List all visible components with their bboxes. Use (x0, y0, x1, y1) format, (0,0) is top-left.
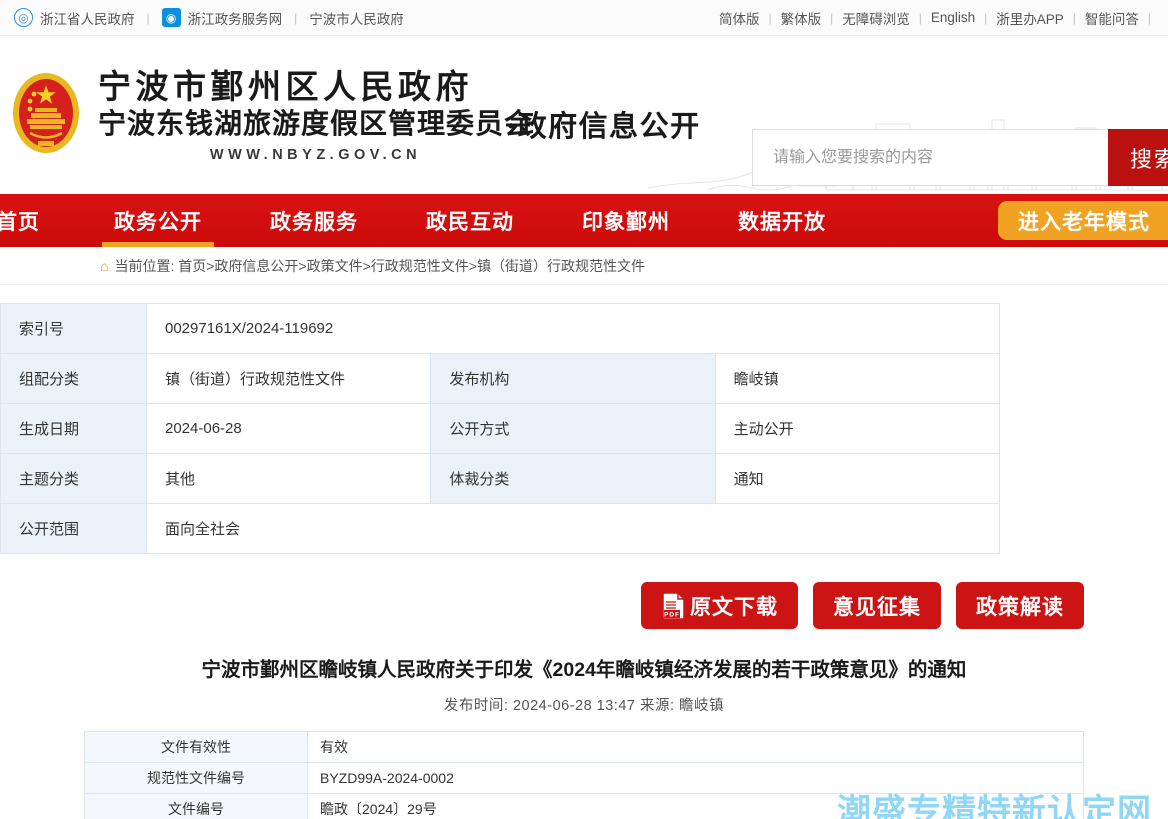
top-link-smart-qa[interactable]: 智能问答 (1085, 8, 1139, 28)
meta-value-normative-doc-number: BYZD99A-2024-0002 (307, 762, 1084, 795)
gov-website-url: WWW.NBYZ.GOV.CN (209, 147, 422, 164)
info-label-disclosure-scope: 公开范围 (0, 503, 147, 554)
nav-item-government-affairs[interactable]: 政务公开 (80, 194, 236, 247)
top-separator: | (768, 10, 772, 25)
top-link-english[interactable]: English (931, 10, 975, 25)
info-value-category: 镇（街道）行政规范性文件 (145, 353, 432, 404)
top-separator: | (294, 10, 298, 25)
info-value-index-number: 00297161X/2024-119692 (146, 303, 1000, 354)
main-content: 索引号 00297161X/2024-119692 组配分类 镇（街道）行政规范… (0, 285, 1168, 819)
nav-item-government-services[interactable]: 政务服务 (236, 194, 392, 247)
top-link-simplified[interactable]: 简体版 (719, 8, 760, 28)
table-row: 组配分类 镇（街道）行政规范性文件 发布机构 瞻岐镇 (0, 353, 1001, 404)
site-search: 搜索 (752, 129, 1168, 186)
top-link-ningbo-gov[interactable]: 宁波市人民政府 (309, 8, 404, 28)
nav-item-impression-yinzhou[interactable]: 印象鄞州 (548, 194, 704, 247)
document-publish-info: 发布时间: 2024-06-28 13:47 来源: 瞻岐镇 (443, 698, 725, 715)
main-navigation: 首页 政务公开 政务服务 政民互动 印象鄞州 数据开放 进入老年模式 (0, 194, 1168, 247)
info-value-issuing-agency: 瞻岐镇 (714, 353, 1001, 404)
pdf-icon: PDF (661, 591, 686, 620)
info-value-topic-category: 其他 (145, 453, 432, 504)
top-link-zhejiang-service[interactable]: 浙江政务服务网 (188, 8, 283, 28)
globe-outline-icon: ◎ (14, 8, 33, 27)
top-site-links: ◎ 浙江省人民政府 | ◉ 浙江政务服务网 | 宁波市人民政府 (14, 8, 404, 28)
info-value-disclosure-method: 主动公开 (714, 403, 1001, 454)
search-input[interactable] (752, 129, 1108, 186)
document-info-table: 索引号 00297161X/2024-119692 组配分类 镇（街道）行政规范… (0, 303, 1001, 554)
meta-label-doc-number: 文件编号 (84, 793, 308, 819)
national-emblem-icon (8, 67, 84, 167)
info-value-disclosure-scope: 面向全社会 (146, 503, 1000, 554)
info-label-topic-category: 主题分类 (0, 453, 147, 504)
home-icon: ⌂ (100, 257, 109, 274)
info-value-genre-category: 通知 (714, 453, 1001, 504)
info-label-issuing-agency: 发布机构 (430, 353, 716, 404)
document-meta-table: 文件有效性 有效 规范性文件编号 BYZD99A-2024-0002 文件编号 … (84, 731, 1084, 819)
table-row: 主题分类 其他 体裁分类 通知 (0, 453, 1001, 504)
site-branding: 宁波市鄞州区人民政府 宁波东钱湖旅游度假区管理委员会 WWW.NBYZ.GOV.… (98, 66, 699, 164)
info-label-genre-category: 体裁分类 (430, 453, 716, 504)
download-original-label: 原文下载 (690, 595, 778, 619)
meta-label-validity: 文件有效性 (84, 731, 308, 764)
nav-item-home[interactable]: 首页 (0, 194, 80, 247)
feedback-collection-button[interactable]: 意见征集 (813, 582, 941, 629)
gov-title-line2: 宁波东钱湖旅游度假区管理委员会 (98, 107, 534, 141)
globe-solid-icon: ◉ (161, 8, 181, 27)
search-button[interactable]: 搜索 (1108, 129, 1168, 186)
top-link-accessibility[interactable]: 无障碍浏览 (842, 8, 910, 28)
top-utility-bar: ◎ 浙江省人民政府 | ◉ 浙江政务服务网 | 宁波市人民政府 简体版 | 繁体… (0, 0, 1168, 36)
table-row: 公开范围 面向全社会 (0, 503, 1000, 554)
top-separator: | (918, 10, 922, 25)
table-row: 文件有效性 有效 (84, 731, 1084, 764)
top-separator: | (1147, 10, 1151, 25)
gov-title-line1: 宁波市鄞州区人民政府 (98, 66, 473, 106)
table-row: 索引号 00297161X/2024-119692 (0, 303, 1000, 354)
download-original-button[interactable]: PDF 原文下载 (641, 582, 798, 629)
site-header: 宁波市鄞州区人民政府 宁波东钱湖旅游度假区管理委员会 WWW.NBYZ.GOV.… (0, 36, 1168, 194)
top-separator: | (1072, 10, 1076, 25)
document-meta-table-wrap: 文件有效性 有效 规范性文件编号 BYZD99A-2024-0002 文件编号 … (84, 731, 1151, 819)
info-value-created-date: 2024-06-28 (145, 403, 432, 454)
info-label-index-number: 索引号 (0, 303, 147, 354)
page-title: 宁波市鄞州区瞻岐镇人民政府关于印发《2024年瞻岐镇经济发展的若干政策意见》的通… (201, 659, 967, 681)
top-separator: | (984, 10, 988, 25)
table-row: 规范性文件编号 BYZD99A-2024-0002 (84, 762, 1084, 795)
table-row: 生成日期 2024-06-28 公开方式 主动公开 (0, 403, 1001, 454)
top-separator: | (146, 10, 150, 25)
top-link-zhejiang-gov[interactable]: 浙江省人民政府 (40, 8, 135, 28)
gov-info-disclosure-label: ·政府信息公开 (506, 108, 701, 143)
top-separator: | (830, 10, 834, 25)
breadcrumb: ⌂ 当前位置: 首页>政府信息公开>政策文件>行政规范性文件>镇（街道）行政规范… (0, 247, 1168, 285)
breadcrumb-text: 当前位置: 首页>政府信息公开>政策文件>行政规范性文件>镇（街道）行政规范性文… (114, 257, 645, 274)
document-action-buttons: PDF 原文下载 意见征集 政策解读 (84, 582, 1084, 629)
info-label-disclosure-method: 公开方式 (430, 403, 716, 454)
svg-text:PDF: PDF (664, 611, 680, 618)
top-link-zhelib-app[interactable]: 浙里办APP (996, 8, 1064, 28)
info-label-created-date: 生成日期 (0, 403, 147, 454)
meta-label-normative-doc-number: 规范性文件编号 (84, 762, 308, 795)
table-row: 文件编号 瞻政〔2024〕29号 (84, 793, 1084, 819)
elder-mode-button[interactable]: 进入老年模式 (998, 201, 1168, 240)
meta-value-doc-number: 瞻政〔2024〕29号 (307, 793, 1084, 819)
top-utility-links: 简体版 | 繁体版 | 无障碍浏览 | English | 浙里办APP | 智… (719, 8, 1160, 28)
info-label-category: 组配分类 (0, 353, 147, 404)
meta-value-validity: 有效 (307, 731, 1084, 764)
nav-item-open-data[interactable]: 数据开放 (704, 194, 860, 247)
nav-item-public-interaction[interactable]: 政民互动 (392, 194, 548, 247)
top-link-traditional[interactable]: 繁体版 (781, 8, 822, 28)
policy-interpretation-button[interactable]: 政策解读 (956, 582, 1084, 629)
